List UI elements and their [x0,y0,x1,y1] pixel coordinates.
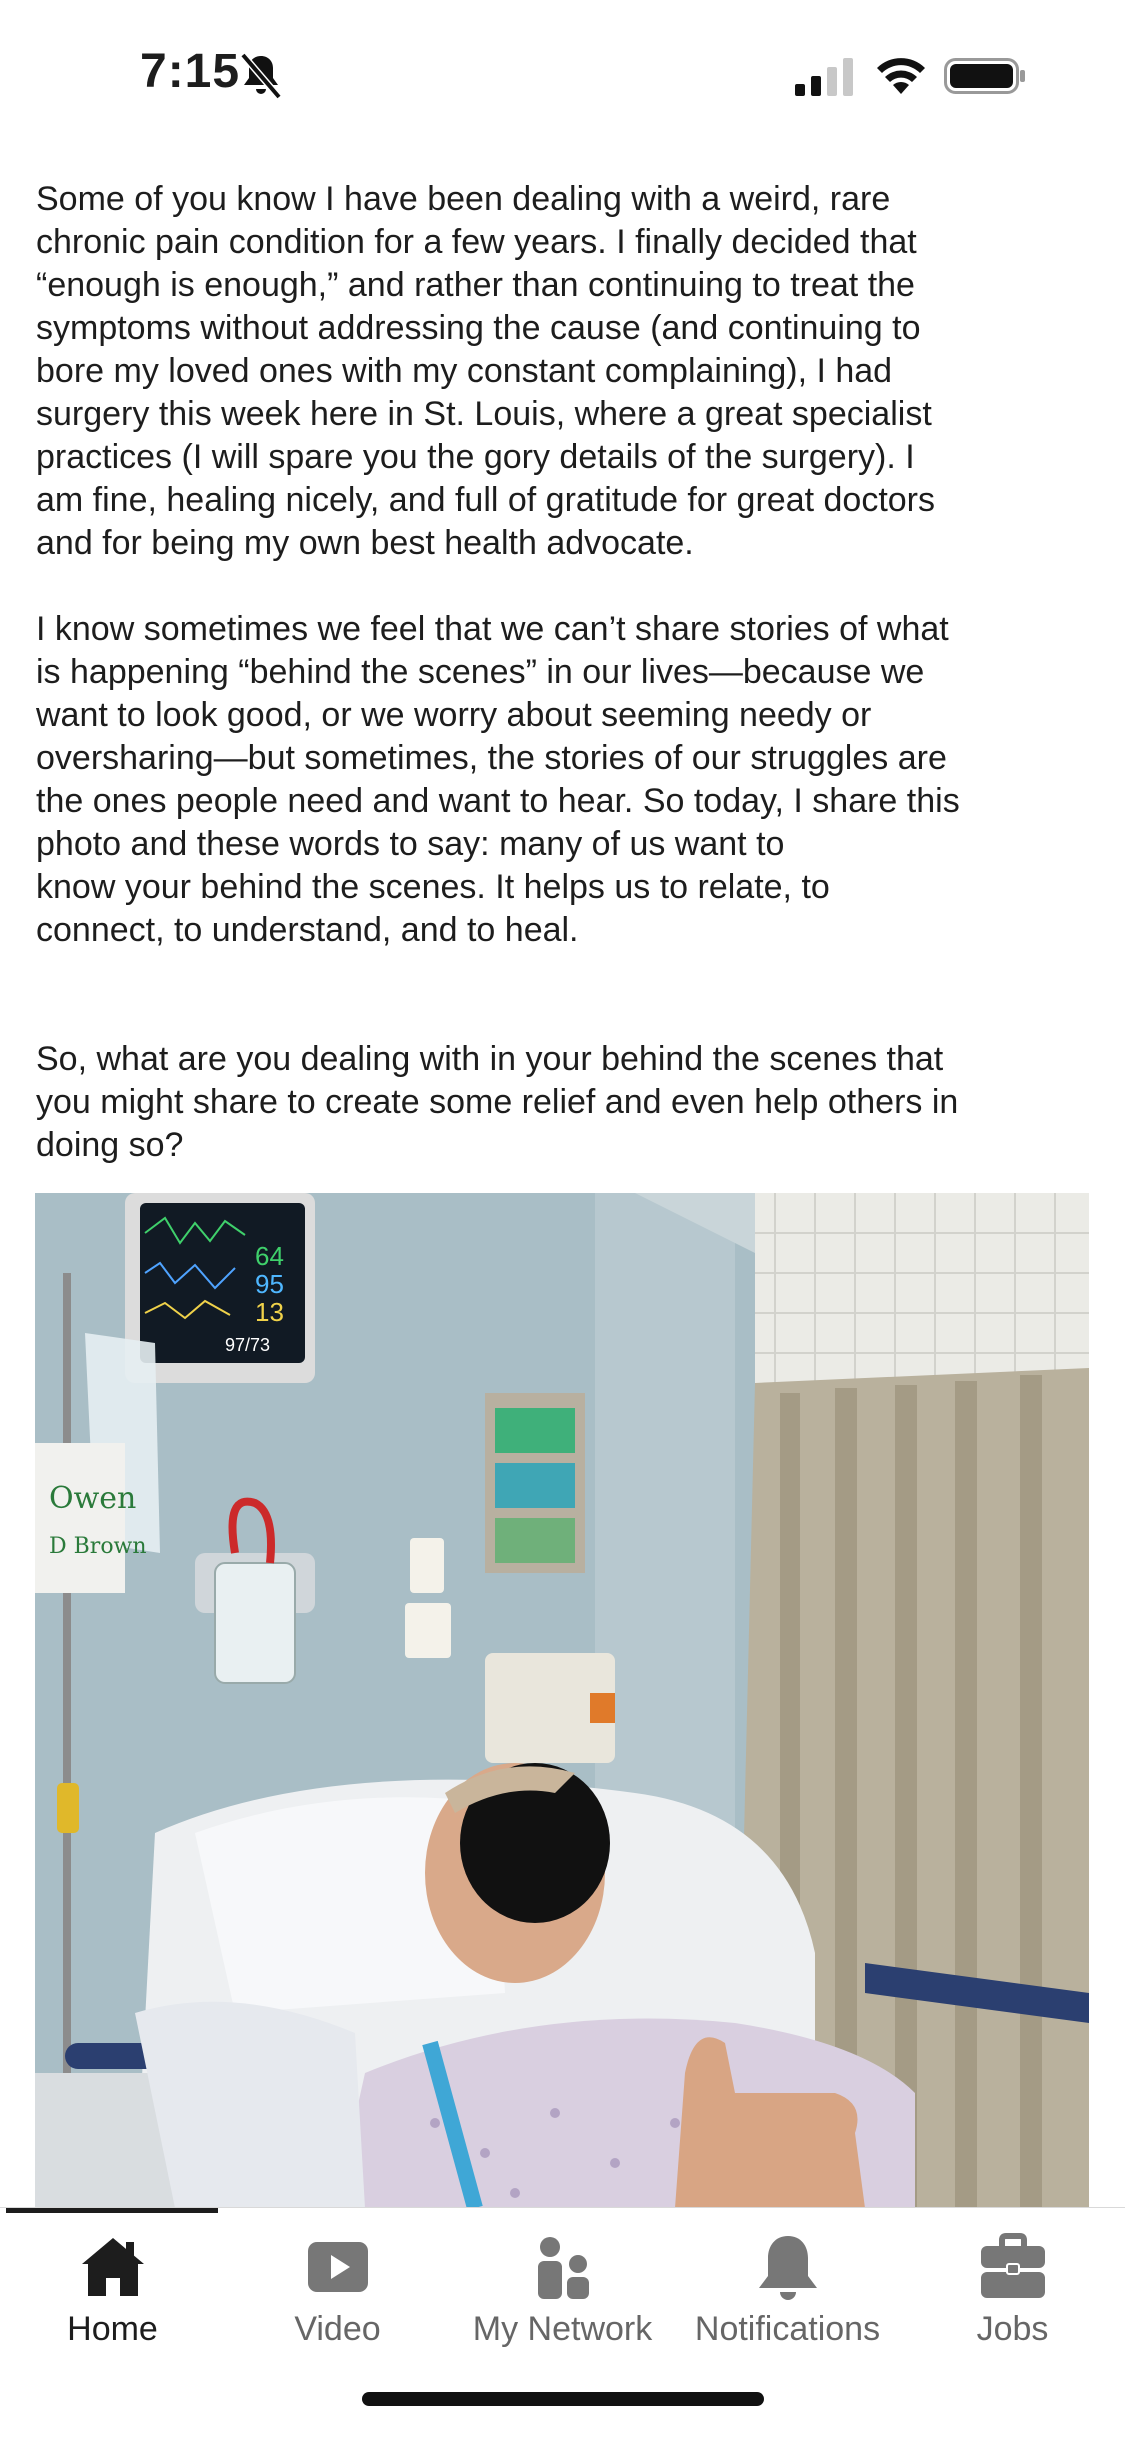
monitor-spo2: 95 [255,1269,284,1299]
tab-home[interactable]: Home [0,2218,225,2348]
tab-notifications[interactable]: Notifications [675,2218,900,2348]
cellular-signal-icon [795,58,853,96]
monitor-bp: 97/73 [225,1335,270,1355]
my-network-icon [537,2237,589,2299]
home-icon [81,2238,144,2296]
post-paragraph: So, what are you dealing with in your be… [36,1040,959,1164]
tab-video[interactable]: Video [225,2218,450,2348]
post-text: Some of you know I have been dealing wit… [36,178,1096,1167]
whiteboard-text: D Brown [49,1534,147,1559]
post-paragraph: Some of you know I have been dealing wit… [36,180,935,562]
bell-slash-icon [240,52,282,100]
bell-icon [758,2236,817,2300]
wifi-icon [877,58,925,94]
post-paragraph: I know sometimes we feel that we can’t s… [36,610,960,949]
monitor-resp: 13 [255,1297,284,1327]
home-indicator[interactable] [362,2392,764,2406]
battery-icon [944,58,1025,94]
video-icon [307,2242,368,2292]
tab-label: Video [294,2310,381,2348]
tab-my-network[interactable]: My Network [450,2218,675,2348]
whiteboard-text: Owen [49,1481,136,1516]
monitor-heart-rate: 64 [255,1241,284,1271]
status-bar: 7:15 [0,0,1125,150]
tab-jobs[interactable]: Jobs [900,2218,1125,2348]
active-tab-indicator [6,2208,218,2213]
tab-label: Notifications [694,2310,881,2348]
tab-label: Jobs [976,2310,1049,2348]
tab-label: My Network [472,2310,653,2348]
status-time: 7:15 [140,45,241,98]
tab-label: Home [67,2310,158,2348]
post-photo[interactable]: 64 95 13 97/73 Owen D Brown [35,1193,1089,2208]
briefcase-icon [980,2233,1045,2298]
